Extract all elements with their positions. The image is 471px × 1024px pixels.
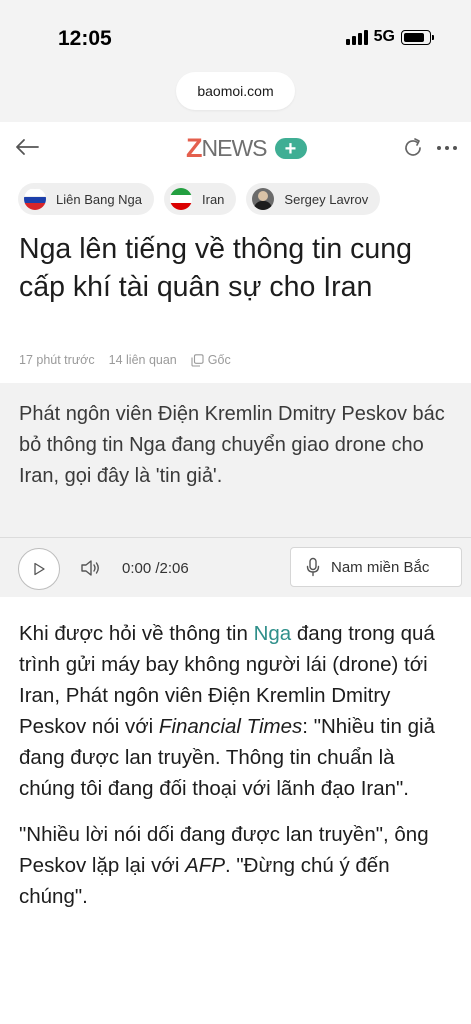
- logo-news: NEWS: [201, 135, 268, 161]
- source-emphasis: AFP: [185, 854, 225, 877]
- app-header: Z NEWS +: [0, 122, 471, 174]
- tag-sergey-lavrov[interactable]: Sergey Lavrov: [246, 183, 381, 215]
- play-button[interactable]: [18, 548, 60, 590]
- more-options-icon[interactable]: [435, 136, 459, 160]
- source-label: Gốc: [207, 353, 231, 367]
- tag-label: Sergey Lavrov: [284, 191, 369, 207]
- source-emphasis: Financial Times: [158, 715, 303, 738]
- topic-tags: Liên Bang Nga Iran Sergey Lavrov: [18, 183, 381, 215]
- text-span: Khi được hỏi về thông tin: [19, 622, 254, 645]
- tag-link-nga[interactable]: Nga: [254, 622, 292, 645]
- voice-label: Nam miền Bắc: [331, 558, 430, 576]
- signal-icon: [345, 29, 368, 45]
- browser-chrome: 12:05 5G baomoi.com: [0, 0, 471, 122]
- tag-russia[interactable]: Liên Bang Nga: [18, 183, 155, 215]
- time-ago: 17 phút trước: [19, 353, 95, 367]
- person-avatar: [252, 188, 275, 210]
- microphone-icon: [306, 557, 320, 577]
- paragraph: "Nhiều lời nói dối đang được lan truyền"…: [19, 819, 455, 912]
- tag-iran[interactable]: Iran: [164, 183, 237, 215]
- plus-badge[interactable]: +: [274, 138, 307, 159]
- copy-icon: [191, 353, 204, 367]
- network-type: 5G: [373, 28, 395, 45]
- znews-logo[interactable]: Z NEWS +: [186, 133, 307, 164]
- audio-player: 0:00 /2:06 Nam miền Bắc: [0, 537, 471, 597]
- voice-select-button[interactable]: Nam miền Bắc: [290, 547, 462, 587]
- address-bar[interactable]: baomoi.com: [176, 72, 295, 110]
- play-icon: [34, 562, 45, 576]
- source-link[interactable]: Gốc: [191, 353, 231, 367]
- url-text: baomoi.com: [197, 83, 274, 99]
- article-body: Khi được hỏi về thông tin Nga đang trong…: [19, 618, 455, 927]
- audio-time: 0:00 /2:06: [122, 560, 189, 577]
- tag-label: Iran: [202, 191, 225, 207]
- volume-icon[interactable]: [79, 557, 101, 579]
- article-summary: Phát ngôn viên Điện Kremlin Dmitry Pesko…: [0, 383, 471, 597]
- back-arrow-icon[interactable]: [12, 132, 42, 162]
- logo-z: Z: [186, 133, 202, 163]
- status-indicators: 5G: [345, 28, 434, 46]
- related-count[interactable]: 14 liên quan: [109, 353, 177, 367]
- article-meta: 17 phút trước 14 liên quan Gốc: [19, 353, 231, 367]
- status-time: 12:05: [58, 27, 112, 50]
- russia-flag-icon: [24, 188, 46, 210]
- battery-icon: [401, 29, 434, 45]
- paragraph: Khi được hỏi về thông tin Nga đang trong…: [19, 618, 455, 804]
- tag-label: Liên Bang Nga: [56, 191, 143, 207]
- article-title: Nga lên tiếng về thông tin cung cấp khí …: [19, 233, 412, 303]
- iran-flag-icon: [170, 188, 193, 210]
- summary-text: Phát ngôn viên Điện Kremlin Dmitry Pesko…: [19, 403, 445, 487]
- refresh-icon[interactable]: [402, 136, 426, 160]
